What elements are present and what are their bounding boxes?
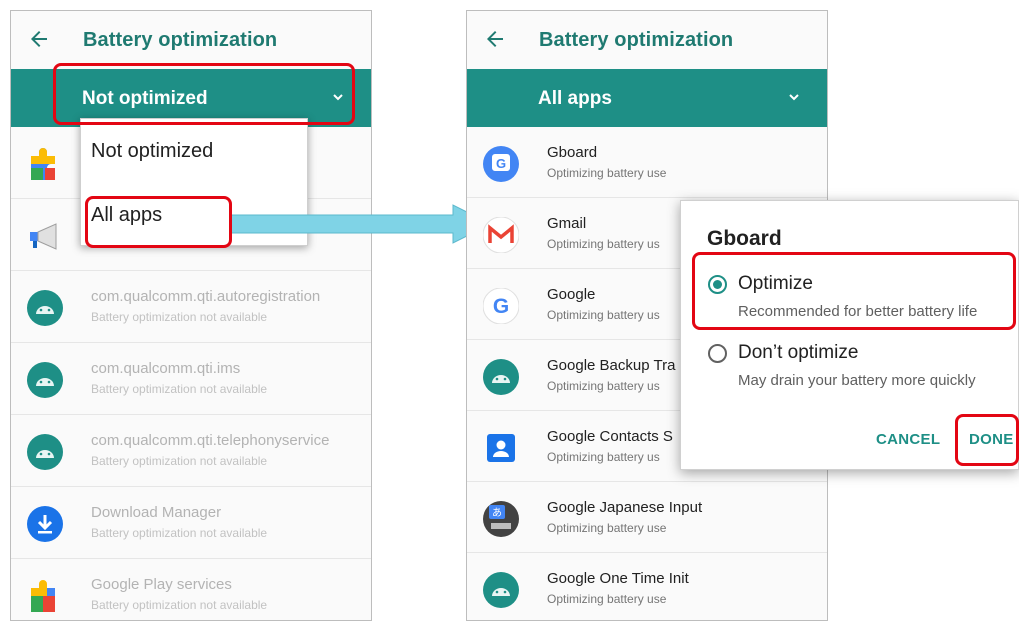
android-icon xyxy=(483,572,519,608)
android-icon xyxy=(27,434,63,470)
android-icon xyxy=(27,290,63,326)
megaphone-icon xyxy=(27,218,63,254)
gboard-icon: G xyxy=(483,146,519,182)
list-item[interactable]: com.qualcomm.qti.telephonyservice Batter… xyxy=(11,415,371,487)
app-title: Google xyxy=(547,286,596,303)
app-title: Google Backup Tra xyxy=(547,357,676,374)
filter-label: Not optimized xyxy=(82,88,208,109)
list-item[interactable]: Google One Time Init Optimizing battery … xyxy=(467,553,827,620)
page-title: Battery optimization xyxy=(539,29,734,51)
app-title: Google Japanese Input xyxy=(547,499,703,516)
app-status: Battery optimization not available xyxy=(91,526,268,540)
app-title: Download Manager xyxy=(91,504,222,521)
app-bar: Battery optimization xyxy=(11,11,371,69)
app-status: Battery optimization not available xyxy=(91,454,268,468)
dont-optimize-description: May drain your battery more quickly xyxy=(738,372,976,389)
app-title: Google One Time Init xyxy=(547,570,689,587)
app-title: com.qualcomm.qti.telephonyservice xyxy=(91,432,330,449)
filter-label: All apps xyxy=(538,88,612,109)
dont-optimize-radio[interactable] xyxy=(708,344,727,363)
optimize-label[interactable]: Optimize xyxy=(738,273,813,295)
android-icon xyxy=(483,359,519,395)
app-title: com.qualcomm.qti.autoregistration xyxy=(91,288,321,305)
list-item[interactable]: com.qualcomm.qti.ims Battery optimizatio… xyxy=(11,343,371,415)
app-title: Google Contacts S xyxy=(547,428,673,445)
optimize-radio[interactable] xyxy=(708,275,727,294)
filter-dropdown[interactable]: All apps xyxy=(467,69,827,127)
list-item[interactable]: com.qualcomm.qti.autoregistration Batter… xyxy=(11,271,371,343)
svg-text:あ: あ xyxy=(492,507,502,519)
menu-item-all-apps[interactable]: All apps xyxy=(91,204,162,227)
contacts-icon xyxy=(483,430,519,466)
app-status: Optimizing battery us xyxy=(547,379,660,393)
svg-text:G: G xyxy=(493,295,509,318)
app-title: com.qualcomm.qti.ims xyxy=(91,360,241,377)
done-button[interactable]: DONE xyxy=(969,431,1014,448)
left-screen: Battery optimization Not optimized com.q… xyxy=(10,10,372,621)
app-title: Google Play services xyxy=(91,576,232,593)
svg-text:G: G xyxy=(496,156,506,171)
dialog-title: Gboard xyxy=(707,227,782,250)
list-item[interactable]: あ Google Japanese Input Optimizing batte… xyxy=(467,482,827,553)
list-item[interactable]: Google Play services Battery optimizatio… xyxy=(11,559,371,620)
list-item[interactable]: Download Manager Battery optimization no… xyxy=(11,487,371,559)
puzzle-icon xyxy=(27,146,63,182)
android-icon xyxy=(27,362,63,398)
app-title: Gmail xyxy=(547,215,587,232)
back-arrow-icon[interactable] xyxy=(27,27,51,51)
chevron-down-icon xyxy=(787,90,801,104)
puzzle-icon xyxy=(27,578,63,614)
app-status: Optimizing battery use xyxy=(547,592,667,606)
dont-optimize-label[interactable]: Don’t optimize xyxy=(738,342,858,364)
app-status: Optimizing battery us xyxy=(547,308,660,322)
app-status: Optimizing battery us xyxy=(547,450,660,464)
app-status: Battery optimization not available xyxy=(91,598,268,612)
google-icon: G xyxy=(483,288,519,324)
app-status: Optimizing battery us xyxy=(547,237,660,251)
menu-item-not-optimized[interactable]: Not optimized xyxy=(91,140,213,163)
app-title: Gboard xyxy=(547,144,598,161)
app-status: Optimizing battery use xyxy=(547,521,667,535)
app-status: Optimizing battery use xyxy=(547,166,667,180)
gmail-icon xyxy=(483,217,519,253)
cancel-button[interactable]: CANCEL xyxy=(876,431,940,448)
back-arrow-icon[interactable] xyxy=(483,27,507,51)
connector-arrow-icon xyxy=(231,204,493,244)
download-icon xyxy=(27,506,63,542)
list-item[interactable]: G Gboard Optimizing battery use xyxy=(467,127,827,198)
chevron-down-icon xyxy=(331,90,345,104)
app-bar: Battery optimization xyxy=(467,11,827,69)
battery-optimization-dialog: Gboard Optimize Recommended for better b… xyxy=(680,200,1019,470)
japanese-input-icon: あ xyxy=(483,501,519,537)
app-status: Battery optimization not available xyxy=(91,382,268,396)
page-title: Battery optimization xyxy=(83,29,278,51)
app-status: Battery optimization not available xyxy=(91,310,268,324)
optimize-description: Recommended for better battery life xyxy=(738,303,978,320)
